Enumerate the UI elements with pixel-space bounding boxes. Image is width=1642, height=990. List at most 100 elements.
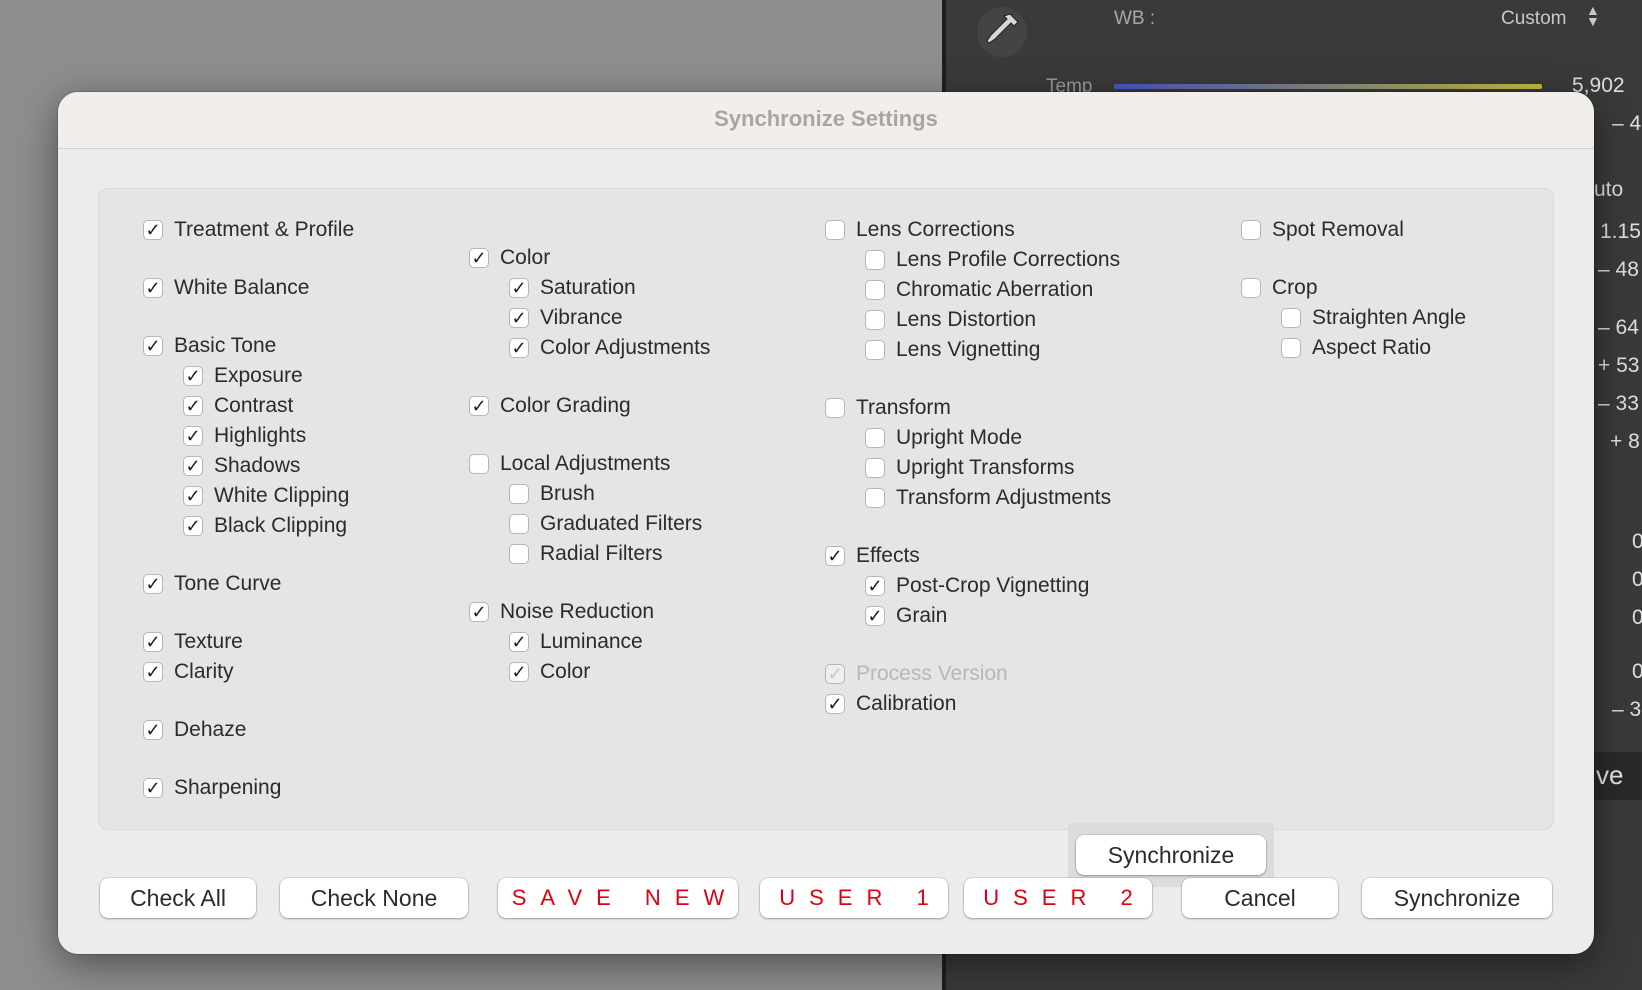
checkmark-icon[interactable]: ✓ bbox=[143, 278, 163, 298]
checkbox-tone-curve[interactable]: ✓ Tone Curve bbox=[143, 571, 281, 597]
checkmark-icon[interactable]: ✓ bbox=[865, 606, 885, 626]
dehaze-value[interactable]: 0 bbox=[1632, 606, 1642, 630]
checkmark-icon[interactable]: ✓ bbox=[509, 278, 529, 298]
checkbox-crop[interactable]: ✓ Crop bbox=[1241, 275, 1318, 301]
vibrance-value[interactable]: 0 bbox=[1632, 660, 1642, 684]
checkmark-icon[interactable]: ✓ bbox=[509, 662, 529, 682]
checkmark-icon[interactable]: ✓ bbox=[183, 456, 203, 476]
checkmark-icon[interactable]: ✓ bbox=[143, 336, 163, 356]
wb-select[interactable]: Custom bbox=[1501, 8, 1566, 30]
checkbox-empty-icon[interactable]: ✓ bbox=[865, 458, 885, 478]
checkbox-sharpening[interactable]: ✓ Sharpening bbox=[143, 775, 281, 801]
checkbox-effects[interactable]: ✓ Effects bbox=[825, 543, 920, 569]
user-2-preset-button[interactable]: USER 2 bbox=[964, 878, 1152, 918]
checkbox-saturation[interactable]: ✓ Saturation bbox=[509, 275, 636, 301]
checkbox-empty-icon[interactable]: ✓ bbox=[865, 340, 885, 360]
contrast-value[interactable]: – 48 bbox=[1598, 258, 1639, 282]
checkbox-transform-adjustments[interactable]: ✓ Transform Adjustments bbox=[865, 485, 1111, 511]
checkbox-lens-distortion[interactable]: ✓ Lens Distortion bbox=[865, 307, 1036, 333]
inner-synchronize-button[interactable]: Synchronize bbox=[1076, 835, 1266, 875]
checkmark-icon[interactable]: ✓ bbox=[183, 486, 203, 506]
checkbox-color[interactable]: ✓ Color bbox=[509, 659, 590, 685]
checkbox-luminance[interactable]: ✓ Luminance bbox=[509, 629, 643, 655]
cancel-button[interactable]: Cancel bbox=[1182, 878, 1338, 918]
checkbox-upright-transforms[interactable]: ✓ Upright Transforms bbox=[865, 455, 1075, 481]
exposure-value[interactable]: 1.15 bbox=[1600, 220, 1641, 244]
synchronize-button[interactable]: Synchronize bbox=[1362, 878, 1552, 918]
checkbox-lens-corrections[interactable]: ✓ Lens Corrections bbox=[825, 217, 1015, 243]
checkbox-lens-vignetting[interactable]: ✓ Lens Vignetting bbox=[865, 337, 1040, 363]
checkbox-brush[interactable]: ✓ Brush bbox=[509, 481, 595, 507]
tint-value[interactable]: – 4 bbox=[1612, 112, 1641, 136]
checkbox-exposure[interactable]: ✓ Exposure bbox=[183, 363, 303, 389]
checkbox-chromatic-aberration[interactable]: ✓ Chromatic Aberration bbox=[865, 277, 1093, 303]
checkbox-straighten-angle[interactable]: ✓ Straighten Angle bbox=[1281, 305, 1466, 331]
checkbox-empty-icon[interactable]: ✓ bbox=[1281, 338, 1301, 358]
checkbox-vibrance[interactable]: ✓ Vibrance bbox=[509, 305, 623, 331]
checkmark-icon[interactable]: ✓ bbox=[143, 720, 163, 740]
checkbox-empty-icon[interactable]: ✓ bbox=[469, 454, 489, 474]
checkmark-icon[interactable]: ✓ bbox=[183, 396, 203, 416]
checkbox-treatment-and-profile[interactable]: ✓ Treatment & Profile bbox=[143, 217, 354, 243]
eyedropper-icon[interactable] bbox=[976, 6, 1028, 58]
checkmark-icon[interactable]: ✓ bbox=[183, 516, 203, 536]
checkbox-empty-icon[interactable]: ✓ bbox=[509, 544, 529, 564]
updown-arrows-icon[interactable]: ▲ ▼ bbox=[1586, 3, 1600, 28]
checkbox-texture[interactable]: ✓ Texture bbox=[143, 629, 243, 655]
checkbox-local-adjustments[interactable]: ✓ Local Adjustments bbox=[469, 451, 670, 477]
checkbox-dehaze[interactable]: ✓ Dehaze bbox=[143, 717, 246, 743]
checkmark-icon[interactable]: ✓ bbox=[469, 396, 489, 416]
checkbox-empty-icon[interactable]: ✓ bbox=[865, 250, 885, 270]
auto-button[interactable]: uto bbox=[1594, 178, 1623, 202]
save-new-preset-button[interactable]: SAVE NEW bbox=[498, 878, 738, 918]
checkmark-icon[interactable]: ✓ bbox=[509, 308, 529, 328]
checkbox-empty-icon[interactable]: ✓ bbox=[825, 220, 845, 240]
checkbox-upright-mode[interactable]: ✓ Upright Mode bbox=[865, 425, 1022, 451]
clarity-value[interactable]: 0 bbox=[1632, 568, 1642, 592]
checkmark-icon[interactable]: ✓ bbox=[143, 574, 163, 594]
checkbox-aspect-ratio[interactable]: ✓ Aspect Ratio bbox=[1281, 335, 1431, 361]
checkbox-empty-icon[interactable]: ✓ bbox=[865, 310, 885, 330]
checkbox-empty-icon[interactable]: ✓ bbox=[1241, 220, 1261, 240]
checkbox-transform[interactable]: ✓ Transform bbox=[825, 395, 951, 421]
checkbox-clarity[interactable]: ✓ Clarity bbox=[143, 659, 234, 685]
checkbox-basic-tone[interactable]: ✓ Basic Tone bbox=[143, 333, 276, 359]
checkbox-calibration[interactable]: ✓ Calibration bbox=[825, 691, 956, 717]
checkbox-post-crop-vignetting[interactable]: ✓ Post-Crop Vignetting bbox=[865, 573, 1089, 599]
checkbox-black-clipping[interactable]: ✓ Black Clipping bbox=[183, 513, 347, 539]
checkbox-noise-reduction[interactable]: ✓ Noise Reduction bbox=[469, 599, 654, 625]
checkbox-lens-profile-corrections[interactable]: ✓ Lens Profile Corrections bbox=[865, 247, 1120, 273]
checkmark-icon[interactable]: ✓ bbox=[509, 338, 529, 358]
checkmark-icon[interactable]: ✓ bbox=[865, 576, 885, 596]
highlights-value[interactable]: – 64 bbox=[1598, 316, 1639, 340]
texture-value[interactable]: 0 bbox=[1632, 530, 1642, 554]
checkmark-icon[interactable]: ✓ bbox=[509, 632, 529, 652]
shadows-value[interactable]: + 53 bbox=[1598, 354, 1639, 378]
checkbox-shadows[interactable]: ✓ Shadows bbox=[183, 453, 300, 479]
checkbox-radial-filters[interactable]: ✓ Radial Filters bbox=[509, 541, 663, 567]
checkbox-spot-removal[interactable]: ✓ Spot Removal bbox=[1241, 217, 1404, 243]
checkbox-color-adjustments[interactable]: ✓ Color Adjustments bbox=[509, 335, 710, 361]
checkmark-icon[interactable]: ✓ bbox=[825, 546, 845, 566]
checkbox-contrast[interactable]: ✓ Contrast bbox=[183, 393, 293, 419]
checkmark-icon[interactable]: ✓ bbox=[143, 632, 163, 652]
checkbox-empty-icon[interactable]: ✓ bbox=[1241, 278, 1261, 298]
check-none-button[interactable]: Check None bbox=[280, 878, 468, 918]
checkmark-icon[interactable]: ✓ bbox=[183, 426, 203, 446]
checkmark-icon[interactable]: ✓ bbox=[143, 220, 163, 240]
checkbox-color[interactable]: ✓ Color bbox=[469, 245, 550, 271]
blacks-value[interactable]: + 8 bbox=[1610, 430, 1640, 454]
checkbox-empty-icon[interactable]: ✓ bbox=[509, 514, 529, 534]
whites-value[interactable]: – 33 bbox=[1598, 392, 1639, 416]
temp-slider[interactable] bbox=[1114, 84, 1542, 89]
checkmark-icon[interactable]: ✓ bbox=[183, 366, 203, 386]
checkmark-icon[interactable]: ✓ bbox=[143, 662, 163, 682]
checkbox-highlights[interactable]: ✓ Highlights bbox=[183, 423, 306, 449]
checkbox-color-grading[interactable]: ✓ Color Grading bbox=[469, 393, 631, 419]
checkbox-graduated-filters[interactable]: ✓ Graduated Filters bbox=[509, 511, 702, 537]
checkmark-icon[interactable]: ✓ bbox=[825, 694, 845, 714]
checkbox-empty-icon[interactable]: ✓ bbox=[865, 280, 885, 300]
checkmark-icon[interactable]: ✓ bbox=[143, 778, 163, 798]
checkbox-empty-icon[interactable]: ✓ bbox=[865, 488, 885, 508]
checkbox-grain[interactable]: ✓ Grain bbox=[865, 603, 947, 629]
